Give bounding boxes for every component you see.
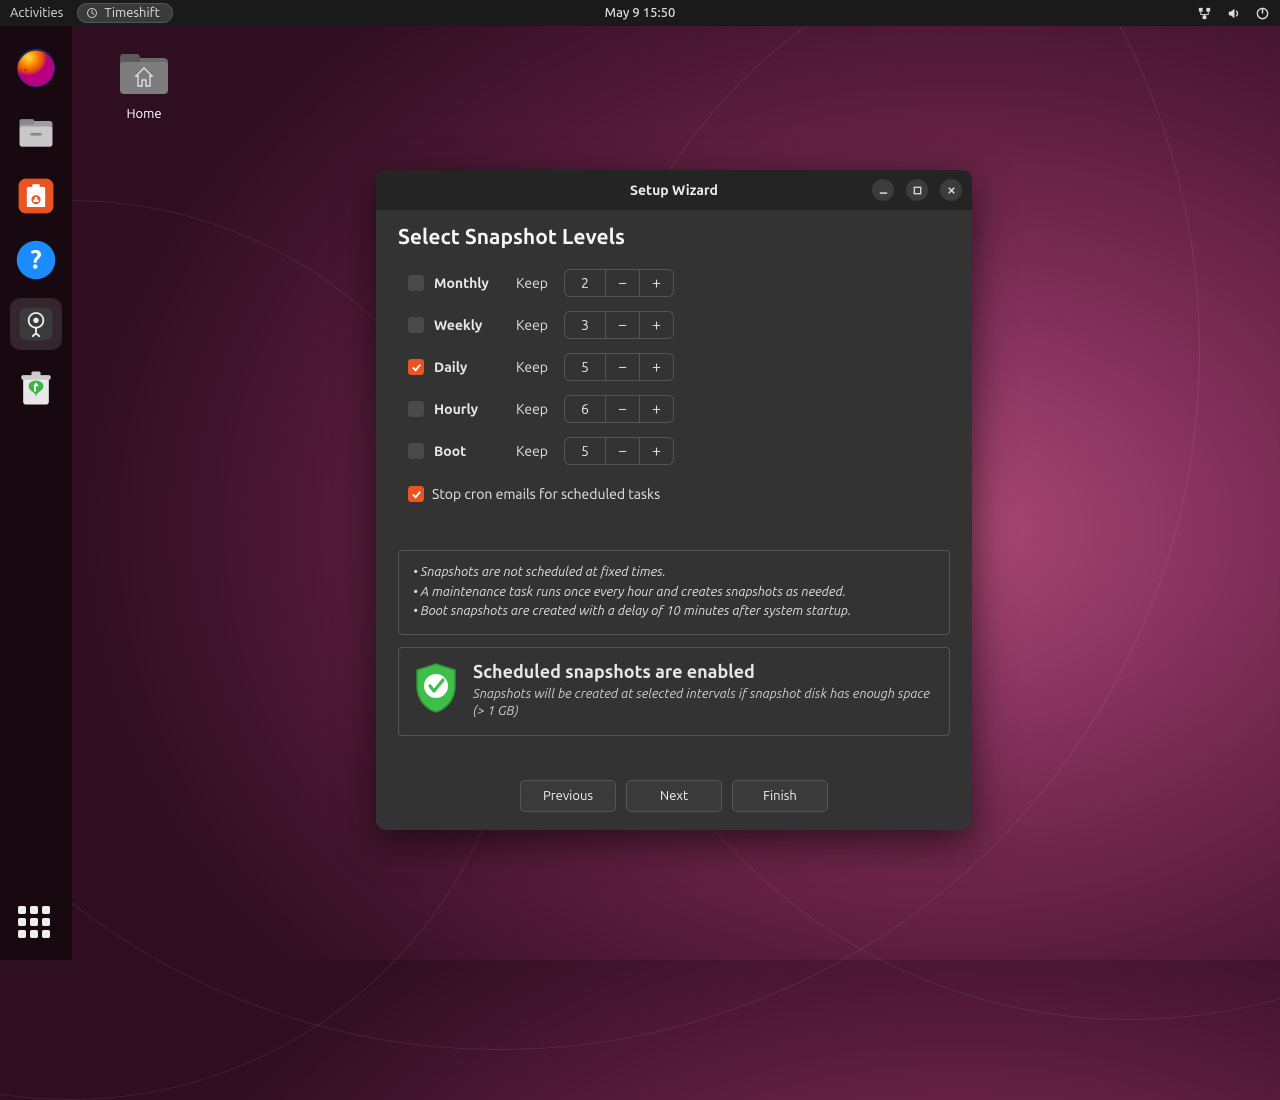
activities-button[interactable]: Activities: [10, 6, 63, 20]
setup-wizard-window: Setup Wizard Select Snapshot Levels Mont…: [376, 170, 972, 830]
top-bar: Activities Timeshift May 9 15:50: [0, 0, 1280, 26]
previous-button[interactable]: Previous: [520, 780, 616, 812]
monthly-label: Monthly: [434, 275, 506, 291]
timeshift-icon: [86, 7, 98, 19]
daily-decrement[interactable]: −: [605, 354, 639, 380]
minimize-icon: [878, 185, 889, 196]
desktop-icon-label: Home: [105, 107, 183, 121]
folder-icon: [116, 48, 172, 98]
monthly-checkbox[interactable]: [408, 275, 424, 291]
weekly-label: Weekly: [434, 317, 506, 333]
close-button[interactable]: [940, 179, 962, 201]
check-icon: [411, 362, 422, 373]
monthly-spinner: 2 − +: [564, 269, 674, 297]
finish-button[interactable]: Finish: [732, 780, 828, 812]
hourly-decrement[interactable]: −: [605, 396, 639, 422]
status-description: Snapshots will be created at selected in…: [473, 686, 935, 721]
monthly-decrement[interactable]: −: [605, 270, 639, 296]
next-button[interactable]: Next: [626, 780, 722, 812]
keep-label: Keep: [516, 359, 548, 375]
hourly-spinner: 6 − +: [564, 395, 674, 423]
dock-files[interactable]: [10, 106, 62, 158]
hourly-checkbox[interactable]: [408, 401, 424, 417]
weekly-spinner: 3 − +: [564, 311, 674, 339]
desktop-home-folder[interactable]: Home: [105, 48, 183, 121]
network-icon[interactable]: [1197, 6, 1212, 21]
weekly-increment[interactable]: +: [639, 312, 673, 338]
weekly-value[interactable]: 3: [565, 312, 605, 338]
monthly-value[interactable]: 2: [565, 270, 605, 296]
files-icon: [14, 110, 58, 154]
boot-value[interactable]: 5: [565, 438, 605, 464]
boot-spinner: 5 − +: [564, 437, 674, 465]
daily-value[interactable]: 5: [565, 354, 605, 380]
stop-cron-checkbox[interactable]: [408, 486, 424, 502]
keep-label: Keep: [516, 401, 548, 417]
daily-label: Daily: [434, 359, 506, 375]
shield-check-icon: [413, 662, 459, 714]
keep-label: Keep: [516, 317, 548, 333]
keep-label: Keep: [516, 275, 548, 291]
volume-icon[interactable]: [1226, 6, 1241, 21]
firefox-icon: [14, 46, 58, 90]
topbar-app-indicator[interactable]: Timeshift: [77, 3, 172, 23]
titlebar[interactable]: Setup Wizard: [376, 170, 972, 210]
show-applications[interactable]: [18, 906, 54, 942]
daily-checkbox[interactable]: [408, 359, 424, 375]
keep-label: Keep: [516, 443, 548, 459]
close-icon: [946, 185, 957, 196]
page-title: Select Snapshot Levels: [398, 224, 950, 248]
timeshift-app-icon: [14, 302, 58, 346]
svg-text:?: ?: [30, 244, 41, 273]
check-icon: [411, 489, 422, 500]
trash-icon: [14, 366, 58, 410]
power-icon[interactable]: [1255, 6, 1270, 21]
dock-help[interactable]: ?: [10, 234, 62, 286]
topbar-app-name: Timeshift: [104, 6, 159, 20]
hourly-increment[interactable]: +: [639, 396, 673, 422]
dock-trash[interactable]: [10, 362, 62, 414]
level-row-monthly: Monthly Keep 2 − +: [408, 262, 950, 304]
level-row-boot: Boot Keep 5 − +: [408, 430, 950, 472]
stop-cron-label: Stop cron emails for scheduled tasks: [432, 486, 660, 502]
boot-checkbox[interactable]: [408, 443, 424, 459]
minimize-button[interactable]: [872, 179, 894, 201]
boot-label: Boot: [434, 443, 506, 459]
info-line: • Snapshots are not scheduled at fixed t…: [413, 563, 935, 583]
daily-increment[interactable]: +: [639, 354, 673, 380]
status-box: Scheduled snapshots are enabled Snapshot…: [398, 647, 950, 736]
maximize-icon: [912, 185, 923, 196]
topbar-clock[interactable]: May 9 15:50: [605, 6, 676, 20]
maximize-button[interactable]: [906, 179, 928, 201]
dock-timeshift[interactable]: [10, 298, 62, 350]
weekly-decrement[interactable]: −: [605, 312, 639, 338]
info-line: • A maintenance task runs once every hou…: [413, 583, 935, 603]
help-icon: ?: [14, 238, 58, 282]
hourly-value[interactable]: 6: [565, 396, 605, 422]
status-title: Scheduled snapshots are enabled: [473, 662, 935, 682]
monthly-increment[interactable]: +: [639, 270, 673, 296]
hourly-label: Hourly: [434, 401, 506, 417]
software-icon: [14, 174, 58, 218]
info-box: • Snapshots are not scheduled at fixed t…: [398, 550, 950, 635]
level-row-hourly: Hourly Keep 6 − +: [408, 388, 950, 430]
dock: ?: [0, 26, 72, 960]
window-title: Setup Wizard: [630, 182, 718, 198]
boot-decrement[interactable]: −: [605, 438, 639, 464]
level-row-daily: Daily Keep 5 − +: [408, 346, 950, 388]
dock-firefox[interactable]: [10, 42, 62, 94]
daily-spinner: 5 − +: [564, 353, 674, 381]
boot-increment[interactable]: +: [639, 438, 673, 464]
weekly-checkbox[interactable]: [408, 317, 424, 333]
dock-software[interactable]: [10, 170, 62, 222]
level-row-weekly: Weekly Keep 3 − +: [408, 304, 950, 346]
info-line: • Boot snapshots are created with a dela…: [413, 602, 935, 622]
snapshot-levels: Monthly Keep 2 − + Weekly Keep 3 − +: [408, 262, 950, 472]
